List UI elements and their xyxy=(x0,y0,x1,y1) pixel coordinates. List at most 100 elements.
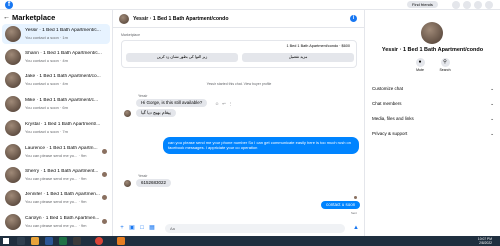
avatar xyxy=(5,167,21,183)
gif-icon[interactable]: ▦ xyxy=(149,225,155,231)
avatar[interactable] xyxy=(421,22,443,44)
plus-icon[interactable]: + xyxy=(119,225,125,231)
avatar xyxy=(5,72,21,88)
conversation-name: Sherry · 1 Bed 1 Bath Apartment... xyxy=(25,169,99,174)
conversation-preview: You can please send me yo... · 9m xyxy=(25,199,87,204)
message-bubble-outgoing: can you please send me your phone number… xyxy=(163,137,359,154)
seen-avatar xyxy=(354,196,357,199)
mute-label: Mute xyxy=(416,68,424,72)
conversation-name: Laurence · 1 Bed 1 Bath Apartm... xyxy=(25,146,98,151)
avatar xyxy=(5,96,21,112)
like-icon[interactable]: ▲ xyxy=(353,225,359,231)
conversation-info-panel: Yessir · 1 Bed 1 Bath Apartment/condo ● … xyxy=(365,10,500,236)
top-bar: f Find friends xyxy=(0,0,500,10)
conversation-preview: You contact u soon · 6m xyxy=(25,105,68,110)
chat-header: Yessir · 1 Bed 1 Bath Apartment/condo i xyxy=(113,10,365,28)
avatar[interactable] xyxy=(119,14,129,24)
account-icon[interactable] xyxy=(485,1,493,9)
avatar xyxy=(5,26,21,42)
conversation-preview: You contact a soon · 1m xyxy=(25,35,68,40)
menu-grid-icon[interactable] xyxy=(452,1,460,9)
section-customize-chat[interactable]: Customize chat ⌄ xyxy=(372,86,494,96)
taskbar: 10:07 PM 2/8/2022 xyxy=(0,236,500,246)
file-explorer-icon[interactable] xyxy=(17,237,25,245)
mark-pending-button[interactable]: زیر التوا کی بطور نشان زد کریں xyxy=(126,53,238,62)
section-label: Privacy & support xyxy=(372,131,408,136)
notifications-icon[interactable] xyxy=(474,1,482,9)
media-icon[interactable] xyxy=(73,237,81,245)
conversation-name: Yessir · 1 Bed 1 Bath Apartment/c... xyxy=(25,28,101,33)
conversation-item[interactable]: Shann · 1 Bed 1 Bath Apartment/c... You … xyxy=(2,47,110,67)
avatar xyxy=(124,180,131,187)
section-chat-members[interactable]: Chat members ⌄ xyxy=(372,101,494,111)
conversation-preview: You can please send me yo... · 9m xyxy=(25,153,87,158)
bell-icon: ● xyxy=(415,58,425,67)
seen-avatar xyxy=(102,219,107,224)
conversation-item[interactable]: Laurence · 1 Bed 1 Bath Apartm... You ca… xyxy=(2,142,110,162)
seen-avatar xyxy=(102,149,107,154)
sent-status: Sent xyxy=(351,211,357,215)
conversation-item[interactable]: Mike · 1 Bed 1 Bath Apartment/c... You c… xyxy=(2,94,110,114)
message-actions[interactable]: ☺ ↩ ⋮ xyxy=(215,101,234,106)
info-icon[interactable]: i xyxy=(350,15,357,22)
folder-icon[interactable] xyxy=(31,237,39,245)
chevron-down-icon: ⌄ xyxy=(490,116,494,121)
conversation-item[interactable]: Sherry · 1 Bed 1 Bath Apartment... You c… xyxy=(2,165,110,185)
conversation-preview: You can please send me yo... · 9m xyxy=(25,176,87,181)
sender-name: Yessir xyxy=(138,174,148,178)
conversation-item[interactable]: Yessir · 1 Bed 1 Bath Apartment/c... You… xyxy=(2,24,110,44)
chevron-down-icon: ⌄ xyxy=(490,101,494,106)
section-media-files-links[interactable]: Media, files and links ⌄ xyxy=(372,116,494,126)
avatar xyxy=(124,110,131,117)
more-details-button[interactable]: مزید تفصیل xyxy=(242,53,354,62)
system-clock[interactable]: 10:07 PM 2/8/2022 xyxy=(478,237,492,246)
sidebar-title: Marketplace xyxy=(12,13,56,22)
find-friends-button[interactable]: Find friends xyxy=(407,1,438,8)
excel-icon[interactable] xyxy=(59,237,67,245)
section-label: Media, files and links xyxy=(372,116,414,121)
conversation-name: Mike · 1 Bed 1 Bath Apartment/c... xyxy=(25,98,99,103)
back-arrow-icon[interactable]: ← xyxy=(3,14,10,21)
conversation-preview: You contact u soon · 7m xyxy=(25,129,68,134)
chat-panel: Yessir · 1 Bed 1 Bath Apartment/condo i … xyxy=(113,10,365,236)
word-icon[interactable] xyxy=(45,237,53,245)
section-label: Customize chat xyxy=(372,86,404,91)
section-label: Chat members xyxy=(372,101,402,106)
avatar xyxy=(5,49,21,65)
conversation-name: Jake · 1 Bed 1 Bath Apartment/co... xyxy=(25,74,101,79)
section-privacy-support[interactable]: Privacy & support ⌄ xyxy=(372,131,494,141)
windows-start-icon[interactable] xyxy=(3,238,9,244)
paint-icon[interactable] xyxy=(117,237,125,245)
messenger-icon[interactable] xyxy=(463,1,471,9)
message-composer: + ▣ □ ▦ Aa ▲ xyxy=(113,221,365,236)
search-label: Search xyxy=(439,68,451,72)
sticker-icon[interactable]: □ xyxy=(139,225,145,231)
conversation-preview: You contact u soon · 4m xyxy=(25,58,68,63)
contact-name: Yessir · 1 Bed 1 Bath Apartment/condo xyxy=(381,47,484,53)
conversation-item[interactable]: Carolyn · 1 Bed 1 Bath Apartmen... You c… xyxy=(2,212,110,232)
message-bubble-incoming: 6152683022 xyxy=(136,179,172,187)
listing-card: 1 Bed 1 Bath Apartment/condo · $600 زیر … xyxy=(121,40,357,68)
search-icon: ⚲ xyxy=(440,58,450,67)
listing-title[interactable]: 1 Bed 1 Bath Apartment/condo · $600 xyxy=(286,44,350,48)
facebook-logo[interactable]: f xyxy=(5,1,13,9)
conversation-item[interactable]: Krystal · 1 Bed 1 Bath Apartment/... You… xyxy=(2,118,110,138)
search-button[interactable]: ⚲ Search xyxy=(435,58,455,72)
mute-button[interactable]: ● Mute xyxy=(410,58,430,72)
conversation-name: Shann · 1 Bed 1 Bath Apartment/c... xyxy=(25,51,102,56)
avatar xyxy=(5,144,21,160)
avatar xyxy=(5,190,21,206)
seen-avatar xyxy=(102,195,107,200)
sender-name: Yessir xyxy=(138,94,148,98)
message-input[interactable]: Aa xyxy=(165,224,345,233)
avatar xyxy=(5,214,21,230)
avatar xyxy=(5,120,21,136)
conversation-item[interactable]: Jennifer · 1 Bed 1 Bath Apartmen... You … xyxy=(2,188,110,208)
seen-avatar xyxy=(102,172,107,177)
chrome-icon[interactable] xyxy=(95,237,103,245)
image-icon[interactable]: ▣ xyxy=(129,225,135,231)
message-bubble-incoming: پیغام بھیج دیا گیا xyxy=(136,109,176,117)
conversation-name: Carolyn · 1 Bed 1 Bath Apartmen... xyxy=(25,216,100,221)
conversation-item[interactable]: Jake · 1 Bed 1 Bath Apartment/co... You … xyxy=(2,70,110,90)
chat-title[interactable]: Yessir · 1 Bed 1 Bath Apartment/condo xyxy=(133,16,229,22)
